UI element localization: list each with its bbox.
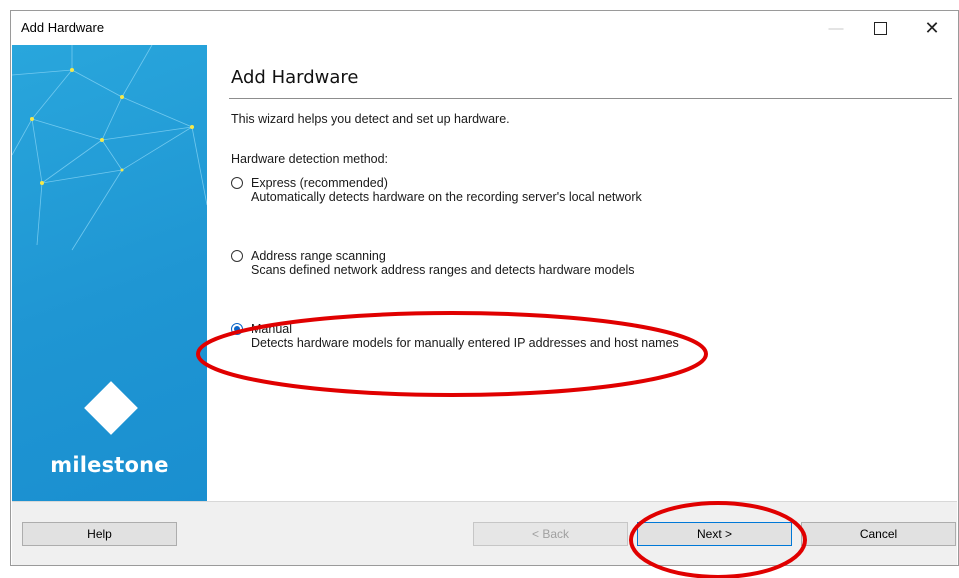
help-button[interactable]: Help [22, 522, 177, 546]
add-hardware-window: Add Hardware — ✕ milestone Add Hardware … [10, 10, 959, 566]
option-address-range[interactable]: Address range scanning Scans defined net… [231, 249, 952, 277]
window-title: Add Hardware [21, 20, 105, 35]
heading-divider [229, 98, 952, 99]
radio-manual[interactable] [231, 323, 243, 335]
maximize-button[interactable] [858, 11, 902, 45]
intro-text: This wizard helps you detect and set up … [231, 112, 510, 126]
maximize-icon [873, 21, 887, 35]
option-manual-description: Detects hardware models for manually ent… [251, 336, 679, 350]
network-pattern [12, 45, 207, 251]
option-express[interactable]: Express (recommended) Automatically dete… [231, 176, 952, 204]
wizard-sidebar: milestone [12, 45, 207, 501]
option-manual-title: Manual [251, 322, 292, 336]
option-express-title: Express (recommended) [251, 176, 388, 190]
option-express-description: Automatically detects hardware on the re… [251, 190, 642, 204]
button-bar: Help < Back Next > Cancel [12, 501, 957, 565]
option-address-range-title: Address range scanning [251, 249, 386, 263]
page-title: Add Hardware [231, 67, 359, 88]
next-button[interactable]: Next > [637, 522, 792, 546]
option-address-range-description: Scans defined network address ranges and… [251, 263, 635, 277]
title-bar: Add Hardware — ✕ [11, 11, 958, 45]
option-manual[interactable]: Manual Detects hardware models for manua… [231, 322, 952, 350]
minimize-button[interactable]: — [814, 11, 858, 45]
brand-name: milestone [50, 453, 169, 477]
cancel-button[interactable]: Cancel [801, 522, 956, 546]
milestone-logo-icon [84, 381, 138, 435]
detection-method-label: Hardware detection method: [231, 152, 389, 166]
back-button[interactable]: < Back [473, 522, 628, 546]
wizard-content: Add Hardware This wizard helps you detec… [229, 45, 952, 350]
close-button[interactable]: ✕ [910, 11, 954, 45]
radio-express[interactable] [231, 177, 243, 189]
radio-address-range[interactable] [231, 250, 243, 262]
